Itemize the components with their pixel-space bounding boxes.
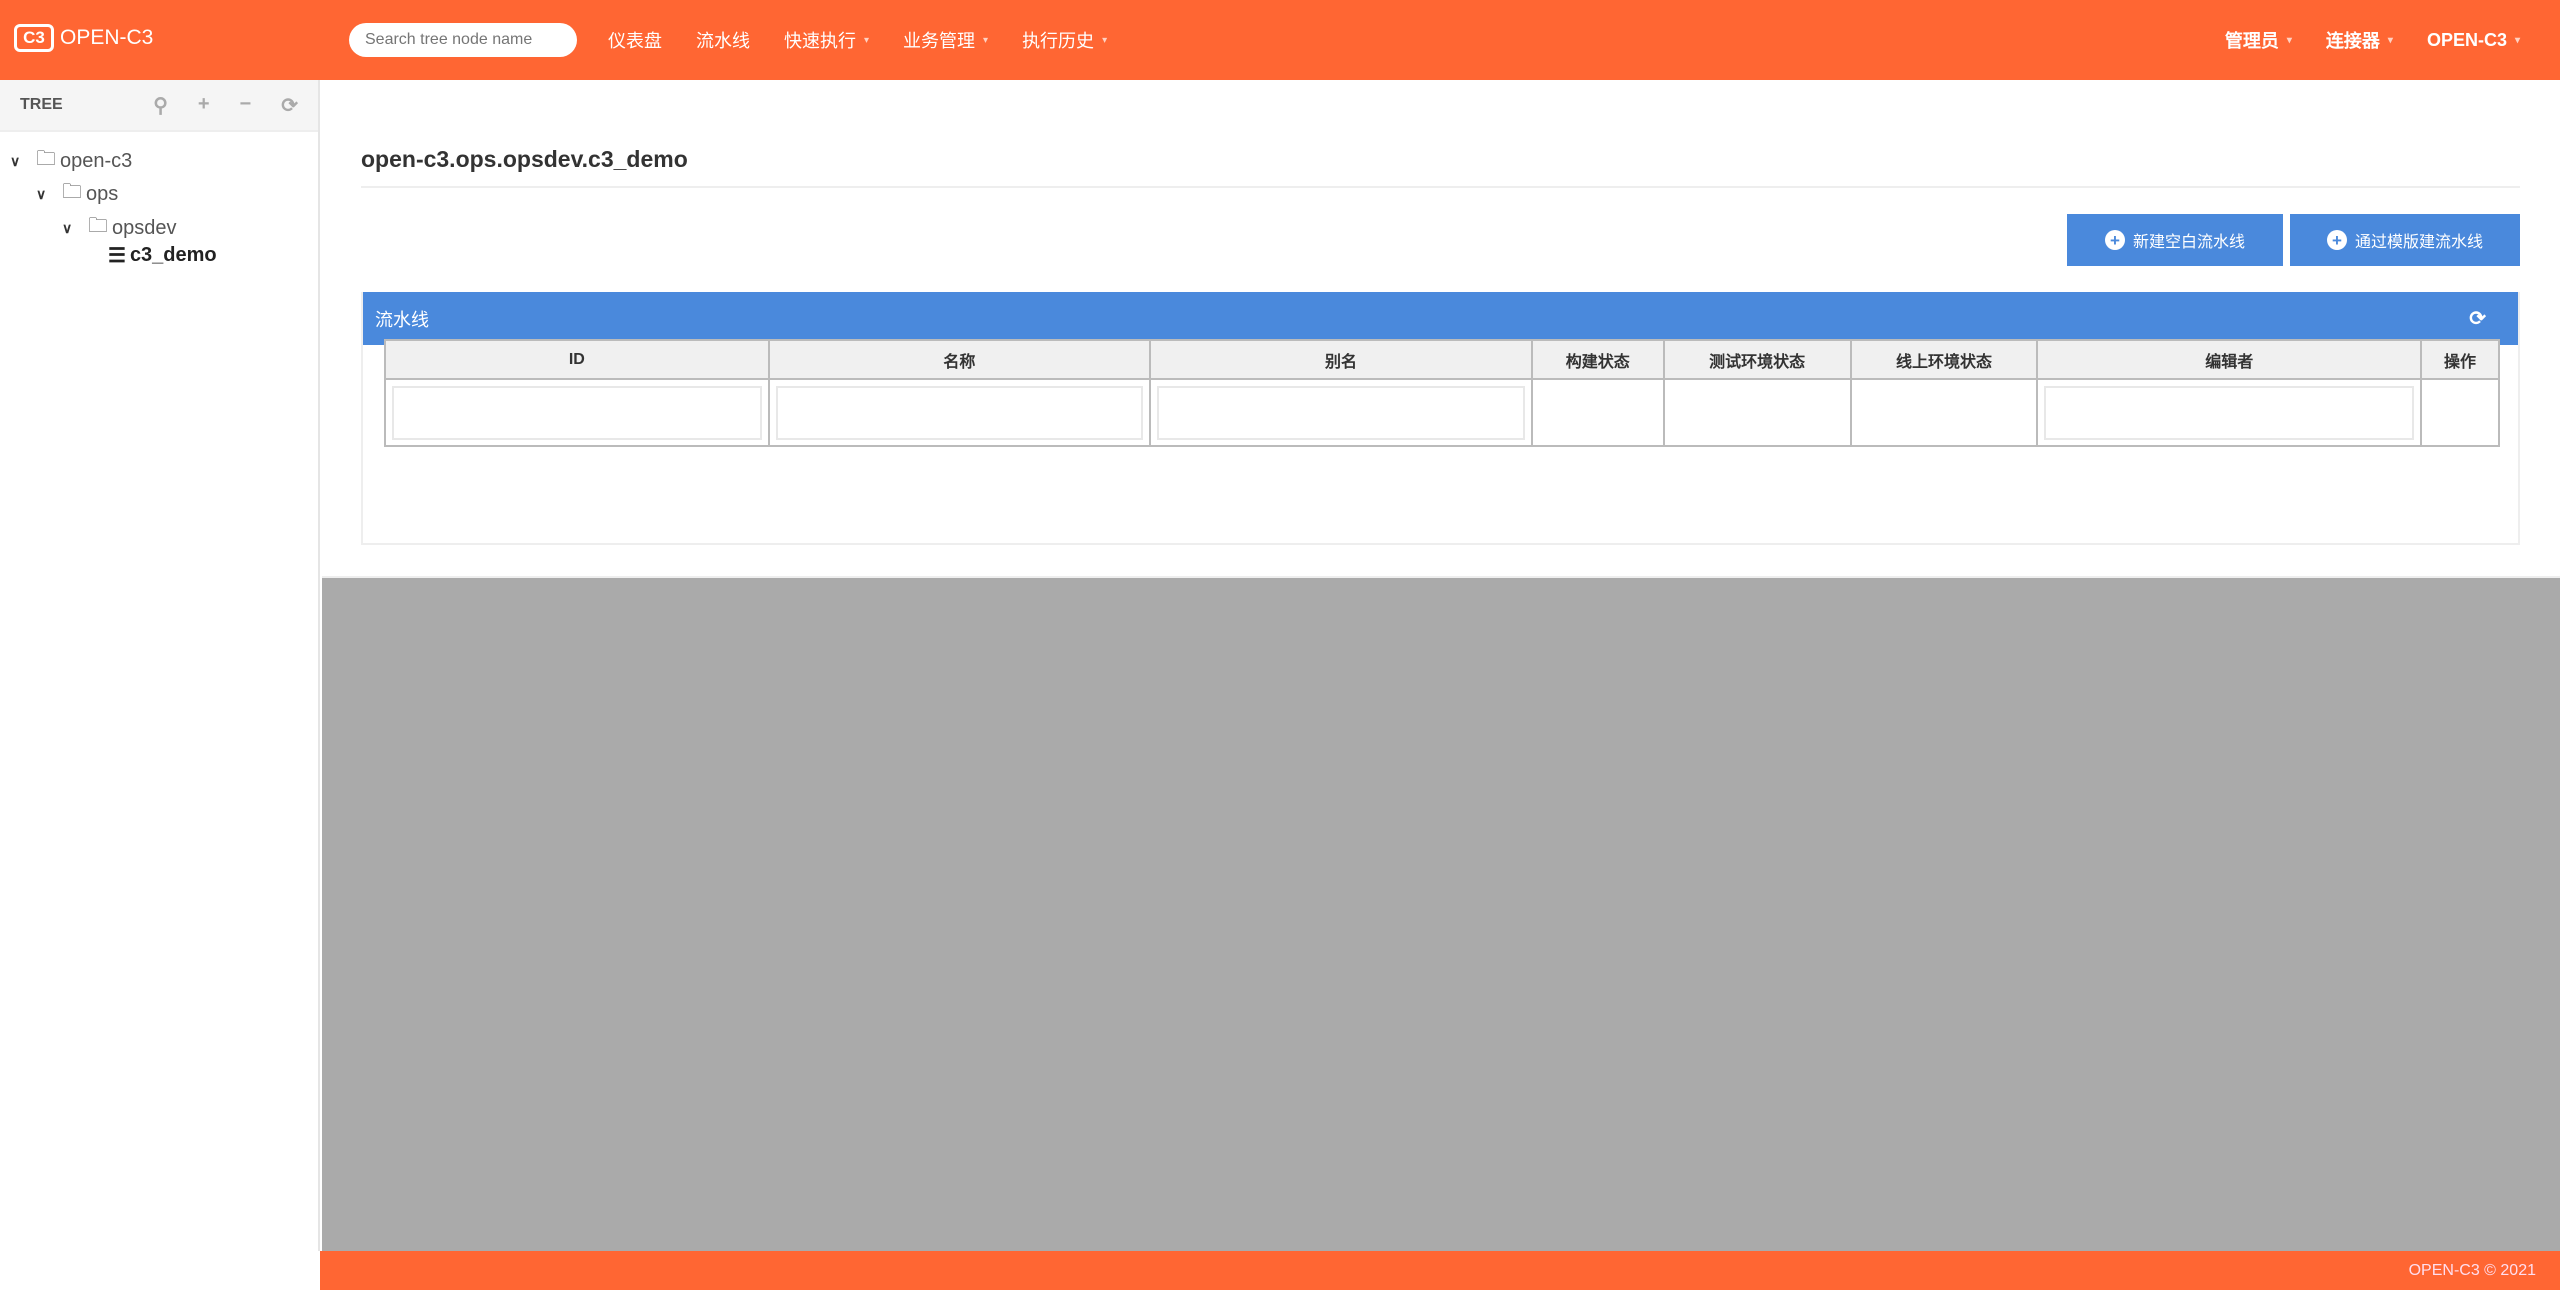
- col-name[interactable]: 名称: [767, 339, 1152, 380]
- footer: OPEN-C3 © 2021: [320, 1251, 2560, 1290]
- refresh-icon[interactable]: ⟳: [2469, 306, 2486, 331]
- tree-node-label: ops: [86, 182, 119, 205]
- col-prod-env-status[interactable]: 线上环境状态: [1849, 339, 2039, 380]
- refresh-icon[interactable]: ⟳: [281, 93, 298, 118]
- nav-label: 管理员: [2224, 31, 2279, 51]
- logo[interactable]: C3 OPEN-C3: [14, 24, 153, 52]
- nav-pipeline[interactable]: 流水线: [696, 27, 750, 53]
- tree-title: TREE: [20, 96, 63, 113]
- caret-down-icon: ▾: [1102, 34, 1108, 46]
- caret-down-icon: ▾: [864, 34, 870, 46]
- nav-label: 流水线: [696, 31, 750, 51]
- col-id[interactable]: ID: [384, 339, 770, 380]
- nav-label: 业务管理: [903, 31, 976, 51]
- nav-history[interactable]: 执行历史 ▾: [1022, 27, 1107, 53]
- nav-quick-exec[interactable]: 快速执行 ▾: [784, 27, 869, 53]
- filter-row: [384, 379, 2500, 447]
- main-area: open-c3.ops.opsdev.c3_demo + 新建空白流水线 + 通过模…: [322, 80, 2560, 1251]
- plus-circle-icon: +: [2326, 230, 2347, 250]
- caret-down-icon: ▾: [983, 34, 989, 46]
- caret-down-icon: ▾: [2387, 34, 2393, 46]
- empty-cell: [1530, 379, 1665, 447]
- col-alias[interactable]: 别名: [1149, 339, 1533, 380]
- folder-icon: 🗀: [88, 215, 108, 237]
- caret-down-icon: ▾: [2514, 34, 2520, 46]
- copyright: OPEN-C3 © 2021: [2408, 1261, 2536, 1279]
- add-icon[interactable]: +: [198, 93, 210, 118]
- folder-icon: 🗀: [36, 148, 56, 170]
- nav-user-menu[interactable]: OPEN-C3 ▾: [2427, 30, 2520, 51]
- filter-alias-input[interactable]: [1157, 385, 1525, 440]
- nav-label: 执行历史: [1022, 31, 1095, 51]
- sliders-icon: ☰: [108, 245, 126, 267]
- logo-text: OPEN-C3: [60, 26, 154, 49]
- locate-icon[interactable]: ⚲: [153, 93, 168, 118]
- content: open-c3.ops.opsdev.c3_demo + 新建空白流水线 + 通过模…: [322, 80, 2560, 578]
- nav-connector[interactable]: 连接器 ▾: [2326, 27, 2393, 53]
- panel-header: 流水线 ⟳: [363, 292, 2518, 345]
- nav-label: 快速执行: [784, 31, 856, 51]
- tree-node-label: c3_demo: [129, 244, 217, 266]
- button-label: 新建空白流水线: [2132, 234, 2245, 251]
- empty-cell: [2420, 379, 2500, 447]
- new-blank-pipeline-button[interactable]: + 新建空白流水线: [2067, 214, 2283, 266]
- filter-editor-input[interactable]: [2044, 385, 2415, 440]
- logo-mark-icon: C3: [14, 24, 54, 52]
- chevron-down-icon[interactable]: ∨: [10, 153, 32, 170]
- pipeline-panel: 流水线 ⟳ ID 名称 别名 构建状态 测试环境状态 线上环境状态 编辑者 操作: [361, 292, 2520, 545]
- pipeline-table: ID 名称 别名 构建状态 测试环境状态 线上环境状态 编辑者 操作: [384, 339, 2500, 447]
- nav-label: OPEN-C3: [2426, 29, 2507, 50]
- tree-node-open-c3[interactable]: ∨ 🗀 open-c3: [10, 144, 132, 178]
- col-build-status[interactable]: 构建状态: [1530, 339, 1665, 380]
- remove-icon[interactable]: −: [240, 93, 252, 118]
- tree-node-opsdev[interactable]: ∨ 🗀 opsdev: [62, 211, 177, 245]
- nav-business[interactable]: 业务管理 ▾: [903, 27, 988, 53]
- top-navbar: C3 OPEN-C3 仪表盘 流水线 快速执行 ▾ 业务管理 ▾ 执行历史 ▾ 管理员…: [0, 0, 2560, 80]
- tree-sidebar: TREE ⚲ + − ⟳ ∨ 🗀 open-c3 ∨ 🗀 ops ∨ 🗀 opsdev ☰ c…: [0, 80, 320, 1251]
- caret-down-icon: ▾: [2286, 34, 2292, 46]
- folder-icon: 🗀: [62, 181, 82, 203]
- tree-header: TREE ⚲ + − ⟳: [0, 80, 318, 132]
- page-title: open-c3.ops.opsdev.c3_demo: [361, 146, 688, 172]
- nav-dashboard[interactable]: 仪表盘: [608, 27, 662, 53]
- new-from-template-button[interactable]: + 通过模版建流水线: [2290, 214, 2520, 266]
- filter-id-input[interactable]: [392, 385, 762, 440]
- tree-node-ops[interactable]: ∨ 🗀 ops: [36, 177, 118, 211]
- divider: [361, 186, 2520, 188]
- nav-admin[interactable]: 管理员 ▾: [2225, 27, 2292, 53]
- panel-title: 流水线: [375, 309, 429, 330]
- col-editor[interactable]: 编辑者: [2036, 339, 2423, 380]
- empty-cell: [1662, 379, 1852, 447]
- chevron-down-icon[interactable]: ∨: [36, 186, 58, 203]
- tree-node-label: open-c3: [60, 149, 133, 172]
- tree-node-label: opsdev: [112, 216, 177, 239]
- plus-circle-icon: +: [2104, 230, 2125, 250]
- col-test-env-status[interactable]: 测试环境状态: [1662, 339, 1852, 380]
- nav-label: 连接器: [2325, 31, 2380, 51]
- button-label: 通过模版建流水线: [2354, 234, 2483, 251]
- empty-cell: [1849, 379, 2039, 447]
- tree-node-c3-demo[interactable]: ☰ c3_demo: [108, 243, 217, 268]
- chevron-down-icon[interactable]: ∨: [62, 220, 84, 237]
- filter-name-input[interactable]: [775, 385, 1144, 440]
- nav-label: 仪表盘: [608, 31, 662, 51]
- col-actions: 操作: [2420, 339, 2500, 380]
- tree-search-input[interactable]: [349, 23, 577, 57]
